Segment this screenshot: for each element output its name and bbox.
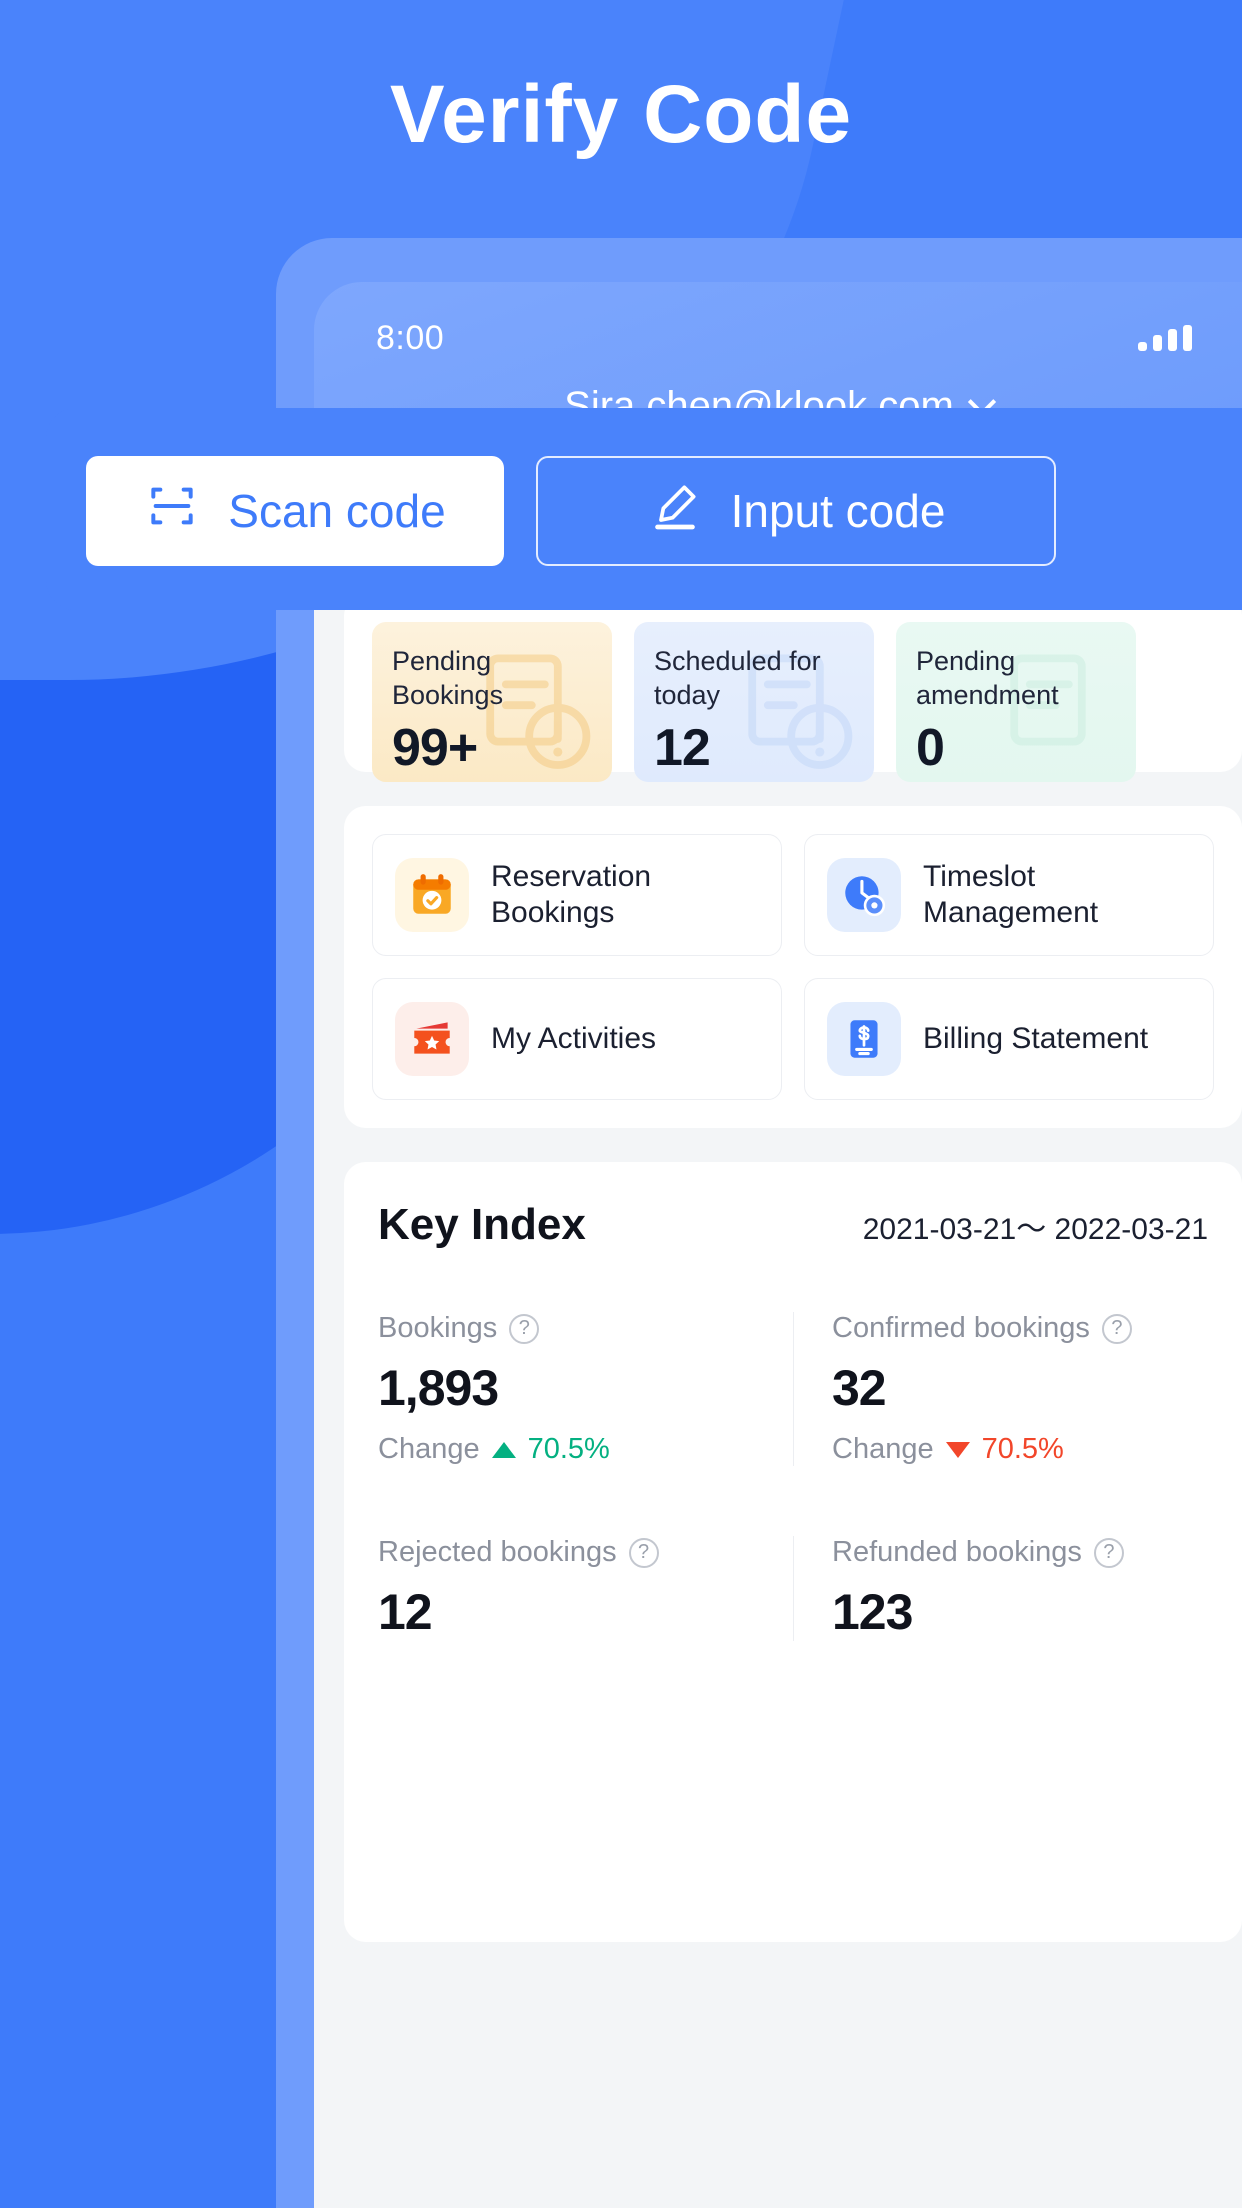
menu-item-label: Billing Statement	[923, 1022, 1149, 1055]
stat-label: Scheduled for today	[654, 646, 821, 710]
metric-rejected-bookings: Rejected bookings ? 12	[378, 1536, 793, 1641]
scan-code-button[interactable]: Scan code	[86, 456, 504, 566]
verify-code-overlay: Scan code Input code	[46, 408, 1242, 610]
metric-bookings: Bookings ? 1,893 Change 70.5%	[378, 1312, 793, 1466]
ticket-star-icon	[395, 1002, 469, 1076]
menu-item-billing-statement[interactable]: Billing Statement	[804, 978, 1214, 1100]
metric-value: 123	[832, 1584, 913, 1640]
pencil-edit-icon	[647, 478, 703, 545]
metric-change-label: Change	[832, 1433, 934, 1465]
menu-card: Reservation Bookings Timeslot Management	[344, 806, 1242, 1128]
metric-label: Confirmed bookings	[832, 1312, 1090, 1344]
menu-item-label: Timeslot Management	[923, 860, 1099, 929]
menu-item-label: Reservation Bookings	[491, 860, 652, 929]
metric-confirmed-bookings: Confirmed bookings ? 32 Change 70.5%	[793, 1312, 1208, 1466]
metric-refunded-bookings: Refunded bookings ? 123	[793, 1536, 1208, 1641]
metric-label: Refunded bookings	[832, 1536, 1082, 1568]
question-mark-icon[interactable]: ?	[509, 1313, 540, 1344]
stat-tile[interactable]: Pending Bookings 99+	[372, 622, 612, 782]
question-mark-icon[interactable]: ?	[1093, 1537, 1124, 1568]
calendar-check-icon	[395, 858, 469, 932]
stat-value: 0	[916, 719, 945, 777]
key-index-header: Key Index 2021-03-21〜 2022-03-21	[378, 1200, 1208, 1250]
signal-bars-icon	[1138, 325, 1192, 351]
input-code-label: Input code	[730, 485, 946, 537]
metric-value: 32	[832, 1360, 887, 1416]
scan-frame-icon	[144, 478, 200, 545]
key-index-title: Key Index	[378, 1200, 586, 1249]
key-index-card: Key Index 2021-03-21〜 2022-03-21 Booking…	[344, 1162, 1242, 1942]
status-bar: 8:00	[314, 310, 1242, 366]
metric-change-value: 70.5%	[981, 1433, 1064, 1465]
metric-value: 12	[378, 1584, 433, 1640]
menu-item-reservation-bookings[interactable]: Reservation Bookings	[372, 834, 782, 956]
menu-item-timeslot-management[interactable]: Timeslot Management	[804, 834, 1214, 956]
key-index-date-range[interactable]: 2021-03-21〜 2022-03-21	[863, 1204, 1208, 1248]
stat-label: Pending Bookings	[392, 646, 504, 710]
scan-code-label: Scan code	[228, 485, 446, 537]
menu-item-label: My Activities	[491, 1022, 657, 1055]
billing-dollar-icon	[827, 1002, 901, 1076]
status-time: 8:00	[376, 318, 445, 357]
metric-label: Bookings	[378, 1312, 498, 1344]
menu-item-my-activities[interactable]: My Activities	[372, 978, 782, 1100]
metric-change-label: Change	[378, 1433, 480, 1465]
stat-tile[interactable]: Scheduled for today 12	[634, 622, 874, 782]
question-mark-icon[interactable]: ?	[628, 1537, 659, 1568]
metric-value: 1,893	[378, 1360, 499, 1416]
metric-label: Rejected bookings	[378, 1536, 617, 1568]
input-code-button[interactable]: Input code	[536, 456, 1056, 566]
clock-gear-icon	[827, 858, 901, 932]
metric-change-value: 70.5%	[527, 1433, 610, 1465]
key-index-grid: Bookings ? 1,893 Change 70.5% Confirmed …	[378, 1312, 1208, 1641]
triangle-up-icon	[491, 1441, 516, 1458]
stat-tile[interactable]: Pending amendment 0	[896, 622, 1136, 782]
question-mark-icon[interactable]: ?	[1101, 1313, 1132, 1344]
triangle-down-icon	[945, 1441, 970, 1458]
stats-card: Pending Bookings 99+ Scheduled for today…	[344, 594, 1242, 782]
stat-value: 99+	[392, 719, 478, 777]
stat-value: 12	[654, 719, 711, 777]
stat-label: Pending amendment	[916, 646, 1059, 710]
page-title: Verify Code	[389, 69, 853, 160]
